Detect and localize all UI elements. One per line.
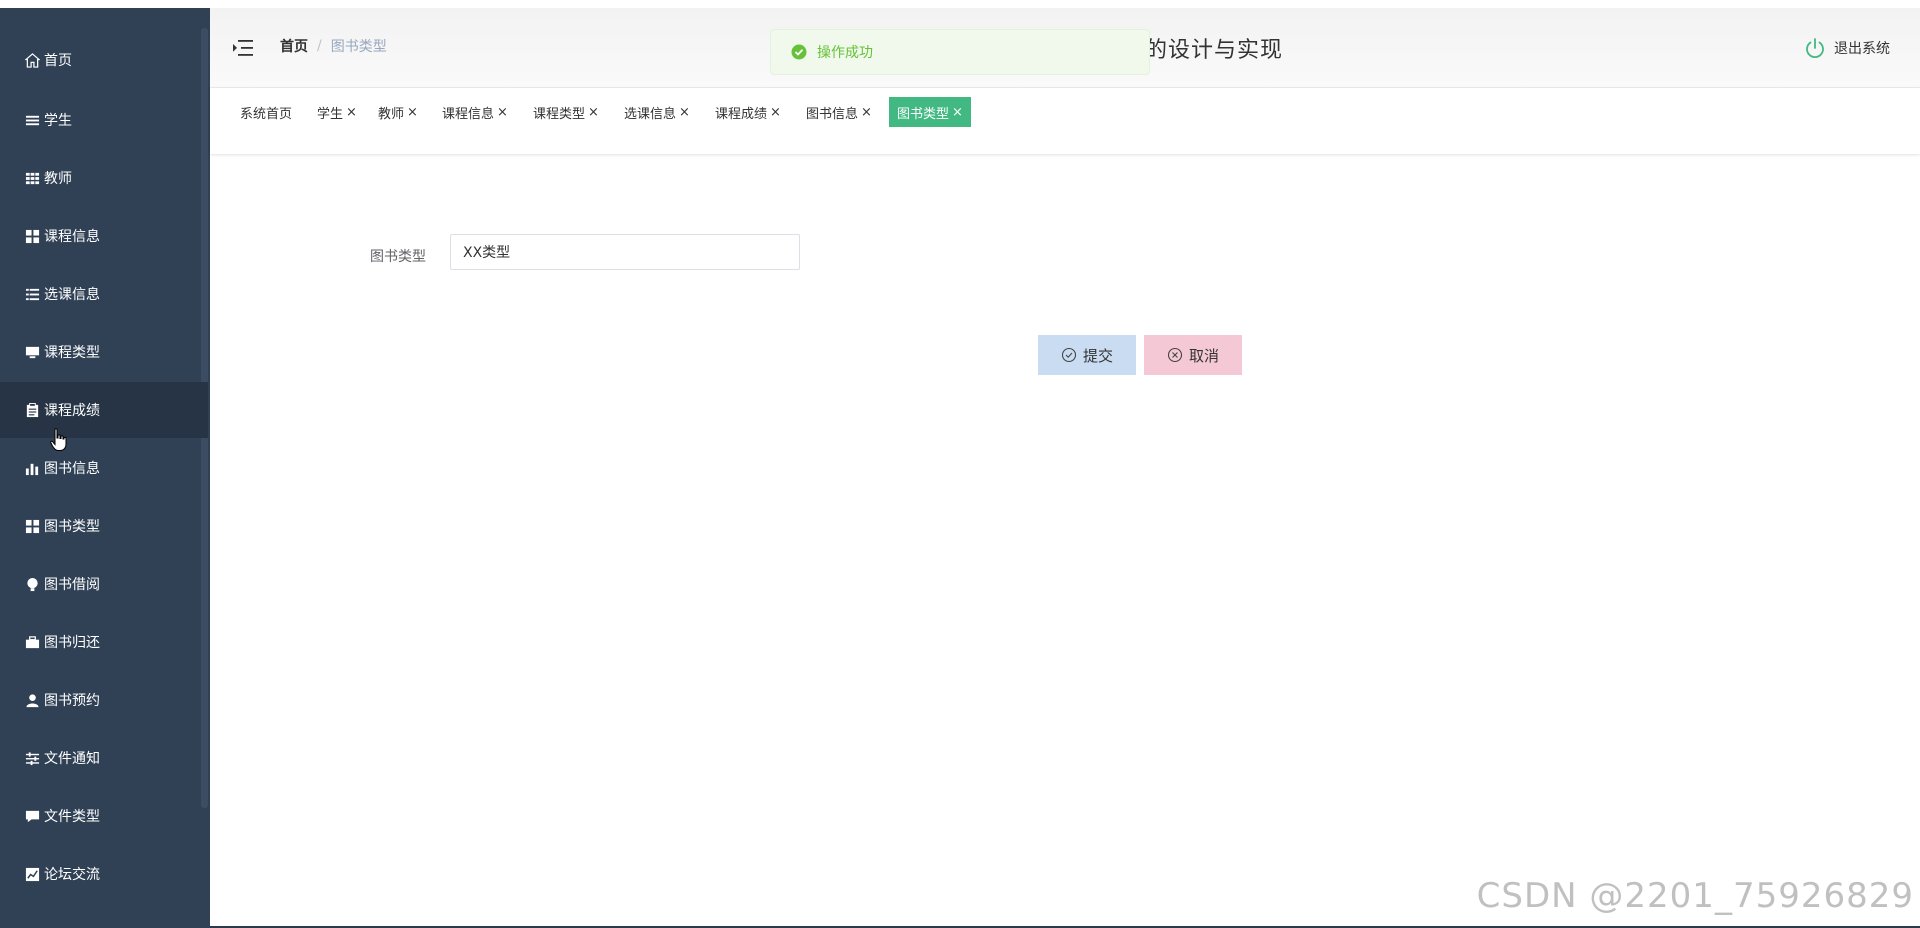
- sidebar: 首页 学生 教师 课程信息 选课信息 课程类型 课程成绩 图书信息 图书类型 图…: [0, 8, 210, 928]
- logout-label: 退出系统: [1834, 41, 1890, 57]
- submit-button[interactable]: 提交: [1038, 335, 1136, 375]
- sidebar-item-course-selection[interactable]: 选课信息: [0, 266, 208, 322]
- tag-label: 图书类型: [897, 106, 950, 122]
- sidebar-item-label: 课程类型: [44, 345, 100, 361]
- tag-label: 课程信息: [442, 106, 495, 122]
- sidebar-item-home[interactable]: 首页: [0, 32, 208, 88]
- sidebar-item-course-grade[interactable]: 课程成绩: [0, 382, 208, 438]
- sidebar-item-student[interactable]: 学生: [0, 92, 208, 148]
- tag-label: 选课信息: [624, 106, 677, 122]
- list-icon: [24, 112, 40, 128]
- sidebar-item-book-borrow[interactable]: 图书借阅: [0, 556, 208, 612]
- sidebar-item-file-type[interactable]: 文件类型: [0, 788, 208, 844]
- sidebar-item-label: 学生: [44, 113, 72, 129]
- toast-message: 操作成功: [817, 45, 873, 61]
- logout-button[interactable]: 退出系统: [1804, 37, 1890, 59]
- briefcase-icon: [24, 634, 40, 650]
- sidebar-item-label: 图书借阅: [44, 577, 100, 593]
- close-icon[interactable]: ×: [346, 105, 357, 120]
- breadcrumb-separator: /: [317, 38, 322, 54]
- sidebar-item-label: 论坛交流: [44, 867, 100, 883]
- sidebar-item-course-info[interactable]: 课程信息: [0, 208, 208, 264]
- close-icon[interactable]: ×: [497, 105, 508, 120]
- sidebar-item-label: 首页: [44, 53, 72, 69]
- sidebar-item-book-info[interactable]: 图书信息: [0, 440, 208, 496]
- breadcrumb-home[interactable]: 首页: [280, 36, 308, 56]
- grid-icon: [24, 170, 40, 186]
- tag-label: 图书信息: [806, 106, 859, 122]
- tag-course-selection[interactable]: 选课信息 ×: [616, 97, 698, 127]
- tag-course-grade[interactable]: 课程成绩 ×: [707, 97, 789, 127]
- tag-label: 课程类型: [533, 106, 586, 122]
- bulb-icon: [24, 576, 40, 592]
- sidebar-item-forum[interactable]: 论坛交流: [0, 846, 208, 902]
- check-circle-icon: [1061, 347, 1077, 363]
- tiles-icon: [24, 518, 40, 534]
- submit-label: 提交: [1082, 346, 1113, 365]
- tag-teacher[interactable]: 教师 ×: [370, 97, 426, 127]
- book-type-input[interactable]: [450, 234, 800, 270]
- sidebar-item-book-reserve[interactable]: 图书预约: [0, 672, 208, 728]
- tag-label: 课程成绩: [715, 106, 768, 122]
- system-title: 的设计与实现: [1145, 38, 1284, 63]
- list-check-icon: [24, 286, 40, 302]
- tag-course-type[interactable]: 课程类型 ×: [525, 97, 607, 127]
- sidebar-item-label: 课程成绩: [44, 403, 100, 419]
- close-icon[interactable]: ×: [770, 105, 781, 120]
- user-icon: [24, 692, 40, 708]
- clipboard-icon: [24, 402, 40, 418]
- tiles-icon: [24, 228, 40, 244]
- tag-student[interactable]: 学生 ×: [309, 97, 365, 127]
- sidebar-item-label: 文件类型: [44, 809, 100, 825]
- sidebar-item-label: 图书归还: [44, 635, 100, 651]
- home-icon: [24, 52, 40, 68]
- breadcrumb-current: 图书类型: [330, 39, 387, 55]
- monitor-icon: [24, 344, 40, 360]
- sidebar-item-label: 课程信息: [44, 229, 100, 245]
- close-icon[interactable]: ×: [952, 105, 963, 120]
- sidebar-item-label: 选课信息: [44, 287, 100, 303]
- tag-book-info[interactable]: 图书信息 ×: [798, 97, 880, 127]
- tag-course-info[interactable]: 课程信息 ×: [434, 97, 516, 127]
- close-icon[interactable]: ×: [407, 105, 418, 120]
- chat-icon: [24, 808, 40, 824]
- check-circle-icon: [791, 44, 807, 60]
- watermark: CSDN @2201_75926829: [1476, 876, 1914, 916]
- close-circle-icon: [1167, 347, 1183, 363]
- close-icon[interactable]: ×: [861, 105, 872, 120]
- success-toast: 操作成功: [770, 29, 1150, 75]
- tags-view: 系统首页 学生 × 教师 × 课程信息 × 课程类型 × 选课信息 × 课程成绩 × 图书信…: [210, 88, 1920, 154]
- sidebar-item-label: 教师: [44, 171, 72, 187]
- tag-label: 教师: [378, 106, 405, 122]
- tag-label: 系统首页: [240, 106, 293, 122]
- sidebar-item-label: 图书预约: [44, 693, 100, 709]
- sidebar-item-book-type[interactable]: 图书类型: [0, 498, 208, 554]
- tag-label: 学生: [317, 106, 344, 122]
- cancel-label: 取消: [1188, 346, 1219, 365]
- cancel-button[interactable]: 取消: [1144, 335, 1242, 375]
- tag-system-home[interactable]: 系统首页: [232, 97, 300, 127]
- hand-cursor-icon: [50, 428, 67, 451]
- sidebar-item-book-return[interactable]: 图书归还: [0, 614, 208, 670]
- book-type-label: 图书类型: [370, 249, 426, 265]
- power-icon: [1806, 38, 1824, 59]
- sidebar-item-label: 图书类型: [44, 519, 100, 535]
- sidebar-item-label: 图书信息: [44, 461, 100, 477]
- sliders-icon: [24, 750, 40, 766]
- close-icon[interactable]: ×: [679, 105, 690, 120]
- chart-icon: [24, 866, 40, 882]
- sidebar-item-teacher[interactable]: 教师: [0, 150, 208, 206]
- close-icon[interactable]: ×: [588, 105, 599, 120]
- menu-toggle-icon[interactable]: [232, 38, 254, 58]
- sidebar-item-course-type[interactable]: 课程类型: [0, 324, 208, 380]
- bar-chart-icon: [24, 460, 40, 476]
- sidebar-item-file-notice[interactable]: 文件通知: [0, 730, 208, 786]
- breadcrumb: 首页 / 图书类型: [280, 36, 387, 56]
- sidebar-item-label: 文件通知: [44, 751, 100, 767]
- tag-book-type[interactable]: 图书类型 ×: [889, 97, 971, 127]
